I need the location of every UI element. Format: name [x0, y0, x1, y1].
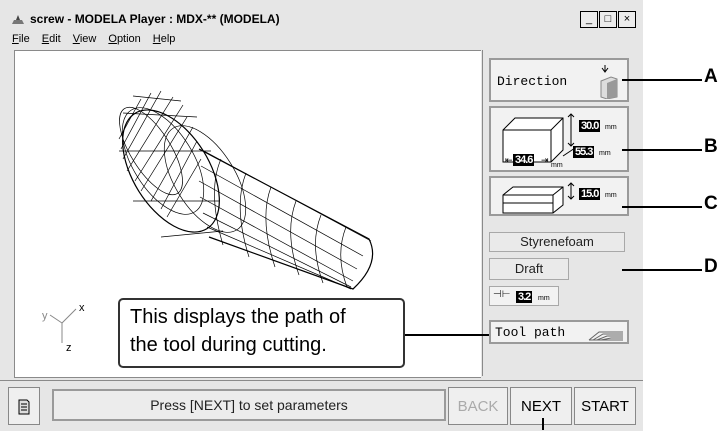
start-button[interactable]: START	[574, 387, 636, 425]
depth-box-icon	[502, 182, 575, 214]
axis-z-label: z	[66, 342, 72, 354]
close-button[interactable]: ×	[618, 11, 636, 28]
title-bar: screw - MODELA Player : MDX-** (MODELA) …	[8, 10, 638, 30]
size-width-unit: mm	[551, 162, 563, 169]
depth-unit: mm	[605, 192, 617, 199]
tool-size-field[interactable]: ⊣⊢ 3.2 mm	[489, 286, 559, 306]
parameter-panel: Direction 30.0 mm 55.3 mm ⇤ 34.6 ⇥ mm 15…	[482, 50, 637, 376]
toolpath-button[interactable]: Tool path	[489, 320, 629, 344]
size-depth-unit: mm	[599, 150, 611, 157]
material-selector[interactable]: Styrenefoam	[489, 232, 625, 252]
maximize-button[interactable]: □	[599, 11, 617, 28]
size-height-value: 30.0	[579, 120, 601, 132]
callout-b: B	[704, 136, 718, 157]
menu-bar: File Edit View Option Help	[12, 33, 175, 45]
size-button[interactable]: 30.0 mm 55.3 mm ⇤ 34.6 ⇥ mm	[489, 106, 629, 172]
direction-button[interactable]: Direction	[489, 58, 629, 102]
menu-help[interactable]: Help	[153, 33, 176, 45]
menu-option[interactable]: Option	[108, 33, 140, 45]
note-line-2: the tool during cutting.	[130, 334, 327, 356]
menu-edit[interactable]: Edit	[42, 33, 61, 45]
direction-label: Direction	[497, 74, 568, 89]
menu-view[interactable]: View	[73, 33, 97, 45]
depth-value: 15.0	[579, 188, 601, 200]
callout-line-a	[622, 79, 702, 81]
menu-file[interactable]: File	[12, 33, 30, 45]
callout-line-d	[622, 269, 702, 271]
document-icon	[18, 399, 30, 415]
tool-path-note: This displays the path of the tool durin…	[118, 298, 405, 368]
toolpath-icon	[588, 331, 623, 341]
callout-c: C	[704, 193, 718, 214]
size-depth-value: 55.3	[573, 146, 595, 158]
minimize-button[interactable]: _	[580, 11, 598, 28]
note-line-1: This displays the path of	[130, 306, 346, 328]
axis-y-label: y	[42, 310, 48, 322]
size-width-value: 34.6	[513, 154, 535, 166]
width-arrow-left-icon: ⇤	[505, 155, 513, 165]
next-button[interactable]: NEXT	[510, 387, 572, 425]
tool-size-unit: mm	[538, 295, 550, 302]
callout-d: D	[704, 256, 718, 277]
window-title: screw - MODELA Player : MDX-** (MODELA)	[30, 12, 280, 26]
file-icon-button[interactable]	[8, 387, 40, 425]
direction-icon	[600, 65, 618, 99]
quality-selector[interactable]: Draft	[489, 258, 569, 280]
bottom-bar: Press [NEXT] to set parameters BACK NEXT…	[0, 380, 643, 431]
app-icon	[12, 15, 24, 24]
next-button-pointer	[542, 418, 544, 430]
tool-width-icon: ⊣⊢	[493, 289, 511, 300]
note-leader-line	[405, 334, 489, 336]
callout-line-c	[622, 206, 702, 208]
depth-button[interactable]: 15.0 mm	[489, 176, 629, 216]
axis-indicator: x y z	[42, 302, 85, 354]
status-message: Press [NEXT] to set parameters	[52, 389, 446, 421]
back-button[interactable]: BACK	[448, 387, 508, 425]
tool-size-value: 3.2	[516, 291, 533, 303]
callout-line-b	[622, 149, 702, 151]
toolpath-label: Tool path	[495, 325, 566, 340]
callout-a: A	[704, 66, 718, 87]
application-window: screw - MODELA Player : MDX-** (MODELA) …	[0, 0, 643, 431]
size-height-unit: mm	[605, 124, 617, 131]
axis-x-label: x	[79, 302, 85, 314]
width-arrow-right-icon: ⇥	[541, 155, 549, 165]
